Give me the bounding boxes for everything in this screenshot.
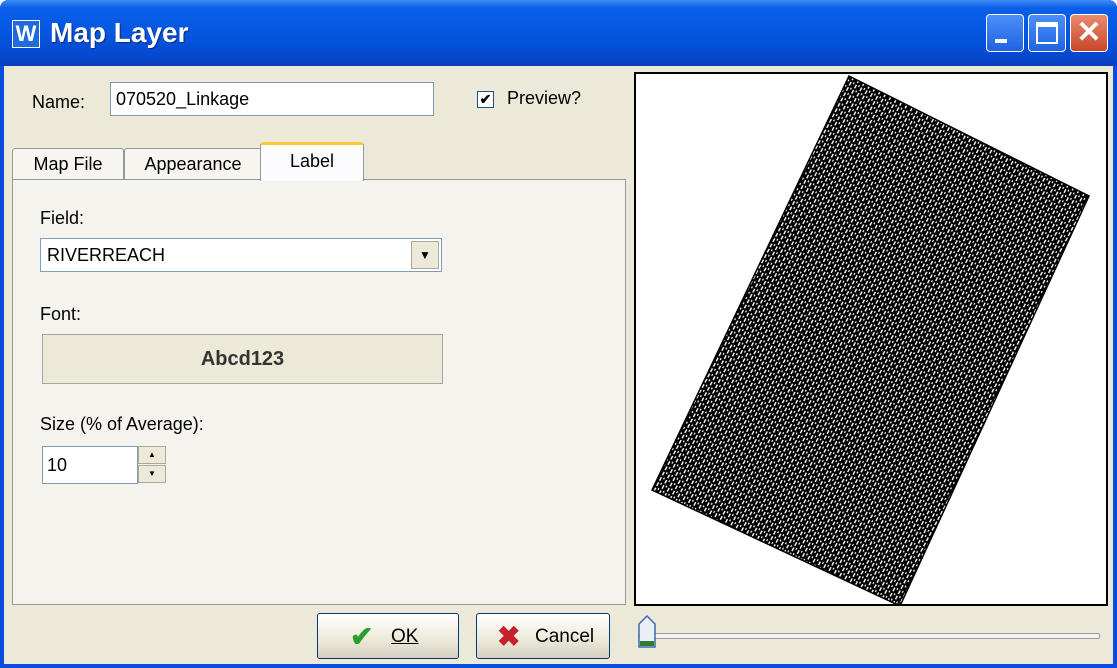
map-layer-window: W Map Layer ✕ Name: 070520_Linkage ✔ Pre… (0, 0, 1117, 668)
map-layer-polygon (650, 74, 1090, 604)
ok-button[interactable]: ✔ OK (317, 613, 459, 659)
close-icon: ✕ (1076, 16, 1102, 49)
field-select[interactable]: RIVERREACH ▼ (40, 238, 442, 272)
opacity-slider-thumb[interactable] (637, 614, 657, 650)
spin-down-button[interactable]: ▼ (138, 465, 166, 483)
font-label: Font: (40, 304, 82, 324)
dialog-body: Name: 070520_Linkage ✔ Preview? Map File… (4, 66, 1113, 664)
checkmark-icon: ✔ (479, 91, 492, 107)
maximize-button[interactable] (1028, 14, 1066, 52)
minimize-button[interactable] (986, 14, 1024, 52)
size-input[interactable]: 10 (42, 446, 138, 484)
cancel-button[interactable]: ✖ Cancel (476, 613, 610, 659)
name-label: Name: (32, 92, 86, 112)
close-button[interactable]: ✕ (1070, 14, 1108, 52)
name-input[interactable]: 070520_Linkage (110, 82, 434, 116)
map-preview-graphic (650, 74, 1090, 604)
preview-checkbox[interactable]: ✔ (477, 91, 494, 108)
dropdown-arrow-icon[interactable]: ▼ (411, 241, 439, 269)
checkmark-icon: ✔ (350, 621, 374, 652)
title-bar[interactable]: W Map Layer ✕ (0, 0, 1117, 66)
spin-down-icon: ▼ (148, 469, 156, 478)
spin-up-button[interactable]: ▲ (138, 446, 166, 464)
map-preview[interactable] (634, 72, 1108, 606)
window-title: Map Layer (50, 17, 189, 48)
font-sample-button[interactable]: Abcd123 (42, 334, 443, 384)
opacity-slider-track[interactable] (638, 633, 1100, 639)
tab-label[interactable]: Label (260, 142, 364, 181)
tab-appearance[interactable]: Appearance (124, 148, 262, 180)
minimize-icon (995, 39, 1007, 43)
tab-map-file[interactable]: Map File (12, 148, 124, 180)
app-icon: W (12, 20, 40, 48)
maximize-icon (1036, 22, 1058, 44)
spin-up-icon: ▲ (148, 450, 156, 459)
ok-label: OK (391, 626, 419, 647)
cancel-label: Cancel (535, 626, 595, 647)
preview-label: Preview? (507, 88, 582, 108)
field-select-value: RIVERREACH (47, 245, 166, 265)
field-label: Field: (40, 208, 85, 228)
size-label: Size (% of Average): (40, 414, 204, 434)
cancel-x-icon: ✖ (497, 621, 521, 652)
